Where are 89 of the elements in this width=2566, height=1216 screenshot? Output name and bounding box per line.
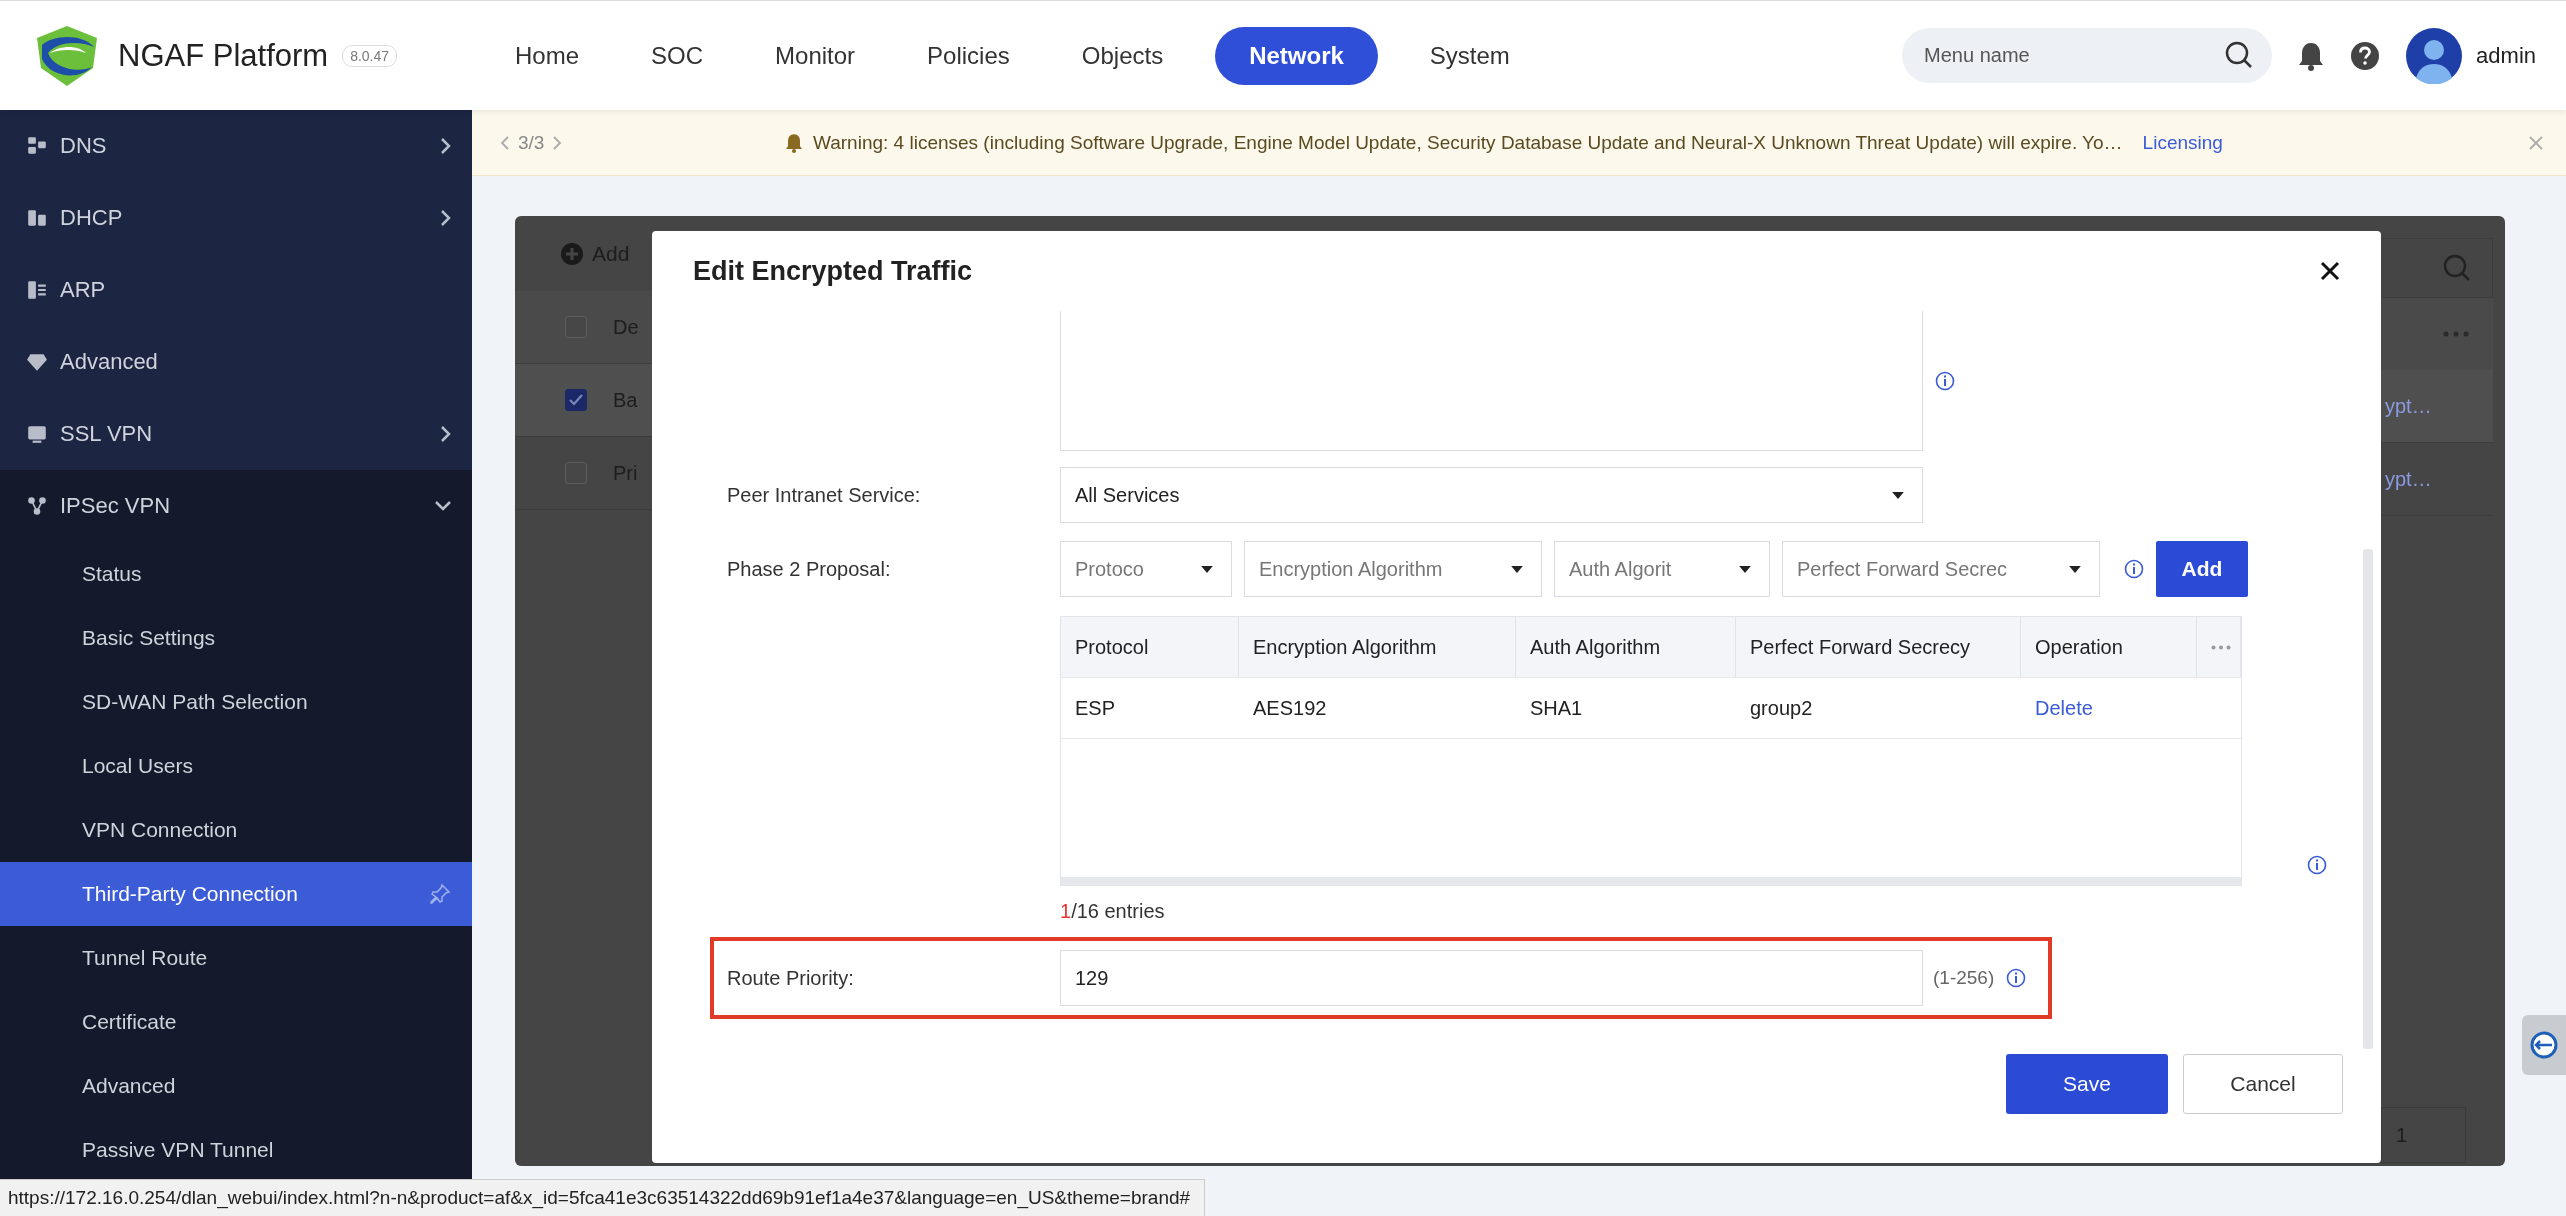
table-cell-text: SHA1 xyxy=(1529,695,1584,721)
caret-icon xyxy=(1201,565,1213,573)
sidebar-subitem[interactable]: SD-WAN Path Selection xyxy=(0,670,472,734)
dropdown[interactable]: Protoco xyxy=(1060,541,1232,597)
column-header: Operation xyxy=(2021,617,2197,677)
sidebar-subitem[interactable]: Status xyxy=(0,542,472,606)
sidebar-item[interactable]: SSL VPN xyxy=(0,398,472,470)
dropdown[interactable]: Perfect Forward Secrec xyxy=(1782,541,2100,597)
checkbox[interactable] xyxy=(565,389,587,411)
sidebar-subitem[interactable]: Passive VPN Tunnel xyxy=(0,1118,472,1182)
nav-tab[interactable]: System xyxy=(1393,26,1546,85)
avatar-icon[interactable] xyxy=(2406,27,2463,84)
pin-icon[interactable] xyxy=(428,882,452,906)
column-header: Auth Algorithm xyxy=(1516,617,1736,677)
sidebar-subitem[interactable]: Third-Party Connection xyxy=(0,862,472,926)
scrollbar[interactable] xyxy=(2363,549,2373,1049)
table-cell-text: group2 xyxy=(1749,695,1814,721)
sidebar-subitem[interactable]: Certificate xyxy=(0,990,472,1054)
info-icon xyxy=(1935,371,1955,391)
add-button[interactable]: Add xyxy=(2156,541,2248,597)
field-label: Peer Intranet Service: xyxy=(727,483,922,507)
plus-circle-icon[interactable] xyxy=(560,241,584,266)
chevron-left-icon[interactable] xyxy=(500,134,510,151)
version-badge: 8.0.47 xyxy=(342,44,398,67)
bell-icon[interactable] xyxy=(2298,40,2325,71)
sidebar-subitem[interactable]: Tunnel Route xyxy=(0,926,472,990)
user-name[interactable]: admin xyxy=(2476,42,2536,69)
more-icon[interactable] xyxy=(2443,331,2469,337)
licensing-link[interactable]: Licensing xyxy=(2142,131,2223,154)
column-header: Perfect Forward Secrecy xyxy=(1736,617,2021,677)
info-icon xyxy=(2306,855,2327,875)
caret-icon xyxy=(1511,565,1523,573)
route-priority-field[interactable]: 129 xyxy=(1060,950,1923,1006)
status-url: https://172.16.0.254/dlan_webui/index.html?n-n&product=af&x_id=5fca41e3c63514322dd69b91ef1a4e37&language=en_US&theme=brand# xyxy=(0,1179,1206,1216)
caret-icon xyxy=(2069,565,2081,573)
column-header: Encryption Algorithm xyxy=(1239,617,1516,677)
caret-icon xyxy=(1739,565,1751,573)
bell-icon xyxy=(785,132,803,153)
table-cell-text: ESP xyxy=(1074,695,1117,721)
building-icon xyxy=(26,207,48,229)
sidebar-item[interactable]: IPSec VPN xyxy=(0,470,472,542)
monitor-icon xyxy=(26,423,48,445)
nav-tab[interactable]: Monitor xyxy=(739,26,892,85)
sidebar-item[interactable]: DHCP xyxy=(0,182,472,254)
help-icon[interactable] xyxy=(2350,40,2381,71)
field-label: Route Priority: xyxy=(727,966,855,990)
entry-count: 1/16 entries xyxy=(1060,900,1166,923)
save-button[interactable]: Save xyxy=(2006,1054,2168,1114)
field-label: Phase 2 Proposal: xyxy=(727,557,892,581)
nav-tab[interactable]: Policies xyxy=(891,26,1046,85)
search-field[interactable]: Menu name xyxy=(1902,28,2273,83)
sidebar-item[interactable]: Advanced xyxy=(0,326,472,398)
rack-icon xyxy=(26,279,48,301)
nav-tab[interactable]: Network xyxy=(1215,26,1378,85)
caret-icon xyxy=(1892,491,1904,499)
nav-tab[interactable]: Objects xyxy=(1045,26,1200,85)
sidebar-subitem[interactable]: VPN Connection xyxy=(0,798,472,862)
more-icon[interactable] xyxy=(2211,644,2231,650)
app-name: NGAF Platform xyxy=(118,37,329,74)
arrow-circle-icon xyxy=(2530,1031,2558,1059)
chevron-right-icon[interactable] xyxy=(552,134,563,151)
range-hint: (1-256) xyxy=(1933,967,1995,989)
table-link[interactable]: ypt… xyxy=(2385,467,2432,491)
delete-link[interactable]: Delete xyxy=(2035,696,2093,720)
sidebar-subitem[interactable]: Advanced xyxy=(0,1054,472,1118)
sidebar-item[interactable]: ARP xyxy=(0,254,472,326)
dropdown[interactable]: Encryption Algorithm xyxy=(1244,541,1542,597)
server-icon xyxy=(26,135,48,157)
page-indicator: 3/3 xyxy=(518,131,545,154)
dialog-title: Edit Encrypted Traffic xyxy=(693,255,974,287)
dropdown[interactable]: Auth Algorit xyxy=(1554,541,1770,597)
cancel-button[interactable]: Cancel xyxy=(2183,1054,2343,1114)
sidebar-subitem[interactable]: Basic Settings xyxy=(0,606,472,670)
checkmark-icon xyxy=(568,393,584,407)
table-cell-text: AES192 xyxy=(1252,695,1328,721)
nav-tab[interactable]: Home xyxy=(479,26,616,85)
diamond-icon xyxy=(26,351,48,373)
sidebar-subitem[interactable]: Local Users xyxy=(0,734,472,798)
nodes-icon xyxy=(26,495,48,517)
column-header: Protocol xyxy=(1061,617,1239,677)
scrollbar[interactable] xyxy=(1061,877,2241,885)
info-icon xyxy=(2006,968,2027,988)
sidebar-item[interactable]: DNS xyxy=(0,110,472,182)
service-dropdown[interactable]: All Services xyxy=(1060,467,1923,523)
close-icon[interactable] xyxy=(2319,260,2341,282)
warning-text: Warning: 4 licenses (including Software Upgrade, Engine Model Update, Security Database Update and Neural-X Unknown Threat Update) will expire. Yo… xyxy=(813,131,2123,154)
info-icon xyxy=(2124,559,2144,579)
side-tab[interactable] xyxy=(2522,1015,2566,1075)
nav-tab[interactable]: SOC xyxy=(615,26,740,85)
